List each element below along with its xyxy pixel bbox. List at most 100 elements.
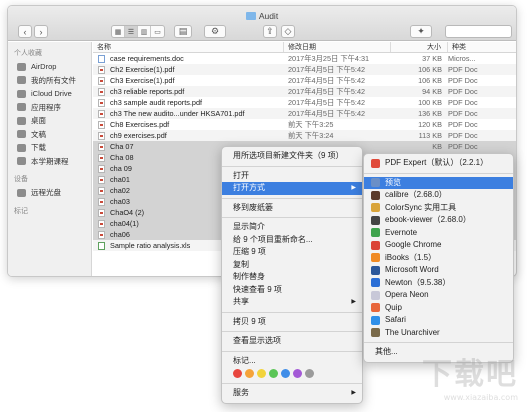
menu-item[interactable]: 给 9 个项目重新命名... xyxy=(222,234,362,247)
view-mode-control[interactable]: ▦ ☰ ▥ ▭ xyxy=(111,25,165,38)
menu-separator xyxy=(364,172,513,174)
menu-item[interactable]: 制作替身 xyxy=(222,271,362,284)
open-with-label: ebook-viewer（2.68.0） xyxy=(385,215,471,224)
tag-button[interactable]: ◇ xyxy=(281,25,295,38)
open-with-item[interactable]: ebook-viewer（2.68.0） xyxy=(364,214,513,227)
file-date: 2017年4月5日 下午5:42 xyxy=(288,87,366,96)
menu-item[interactable]: 用所选项目新建文件夹（9 项） xyxy=(222,150,362,163)
menu-item[interactable]: 打开方式 ▶ xyxy=(222,182,362,195)
open-with-item[interactable]: Opera Neon xyxy=(364,289,513,302)
open-with-item[interactable]: Safari xyxy=(364,314,513,327)
file-name: Ch3 Exercise(1).pdf xyxy=(110,76,175,85)
open-with-item[interactable]: Quip xyxy=(364,302,513,315)
file-size: 106 KB xyxy=(418,65,442,74)
action-button[interactable]: ⚙ xyxy=(204,25,226,38)
open-with-item[interactable]: iBooks（1.5） xyxy=(364,252,513,265)
column-kind[interactable]: 种类 xyxy=(448,42,516,52)
open-with-item[interactable]: ColorSync 实用工具 xyxy=(364,202,513,215)
arrange-button[interactable]: ▤ xyxy=(174,25,192,38)
sidebar-item-label: 远程光盘 xyxy=(31,188,61,198)
sidebar-devices: 远程光盘 xyxy=(8,186,91,200)
search-field[interactable] xyxy=(445,25,512,38)
sidebar-item[interactable]: 桌面 xyxy=(8,114,91,128)
gallery-view-icon[interactable]: ▭ xyxy=(151,26,164,37)
menu-item[interactable]: 打开 xyxy=(222,170,362,183)
menu-item[interactable]: 服务 ▶ xyxy=(222,387,362,400)
tag-color-dot[interactable] xyxy=(245,369,254,378)
open-with-item[interactable]: PDF Expert（默认）（2.2.1） xyxy=(364,157,513,170)
column-date[interactable]: 修改日期 xyxy=(284,42,391,52)
pdf-file-icon xyxy=(98,120,105,129)
menu-item[interactable]: 复制 xyxy=(222,259,362,272)
table-row[interactable]: ch3 sample audit reports.pdf 2017年4月5日 下午… xyxy=(93,97,516,108)
table-row[interactable]: Ch2 Exercise(1).pdf 2017年4月5日 下午5:42 106 K… xyxy=(93,64,516,75)
file-name: ch9 exercises.pdf xyxy=(110,131,167,140)
submenu-arrow-icon: ▶ xyxy=(351,185,356,191)
sidebar-item[interactable]: 应用程序 xyxy=(8,101,91,115)
sidebar-item[interactable]: 本学期课程 xyxy=(8,155,91,169)
menu-item[interactable]: 快速查看 9 项 xyxy=(222,284,362,297)
menu-item-label: 打开方式 xyxy=(233,183,265,192)
forward-button[interactable]: › xyxy=(34,25,48,38)
sidebar-item[interactable]: 下载 xyxy=(8,141,91,155)
column-name[interactable]: 名称 xyxy=(93,42,284,52)
menu-item[interactable]: 显示简介 xyxy=(222,221,362,234)
window-title: Audit xyxy=(8,11,516,21)
menu-separator xyxy=(222,331,362,332)
menu-item[interactable]: 移到废纸篓 xyxy=(222,202,362,215)
open-with-item[interactable]: Evernote xyxy=(364,227,513,240)
file-date: 前天 下午3:24 xyxy=(288,131,334,140)
open-with-item[interactable]: Google Chrome xyxy=(364,239,513,252)
menu-item-label: 标记... xyxy=(233,355,256,365)
tag-color-dot[interactable] xyxy=(233,369,242,378)
column-size[interactable]: 大小 xyxy=(391,42,448,52)
menu-item[interactable]: 标记... xyxy=(222,355,362,368)
tag-color-dot[interactable] xyxy=(269,369,278,378)
calibre-icon xyxy=(371,190,380,200)
table-row[interactable]: Ch8 Exercises.pdf 前天 下午3:25 120 KB PDF Doc xyxy=(93,119,516,130)
open-with-item[interactable]: 预览 xyxy=(364,176,513,189)
open-with-item[interactable]: Newton（9.5.38） xyxy=(364,277,513,290)
table-row[interactable]: ch3 The new auditο...under HKSA701.pdf 20… xyxy=(93,108,516,119)
icon-view-icon[interactable]: ▦ xyxy=(112,26,125,37)
file-name-cell: ch9 exercises.pdf xyxy=(93,130,284,141)
sidebar-item[interactable]: AirDrop xyxy=(8,60,91,74)
file-name: case requirements.doc xyxy=(110,54,184,63)
chrome-icon xyxy=(371,240,380,250)
open-with-item[interactable]: The Unarchiver xyxy=(364,327,513,340)
open-with-submenu: PDF Expert（默认）（2.2.1） 预览 calibre（2.68.0） Co… xyxy=(363,153,514,363)
all-files-icon xyxy=(17,76,26,85)
dropbox-button[interactable]: ✦ xyxy=(410,25,432,38)
sidebar-item[interactable]: 远程光盘 xyxy=(8,186,91,200)
menu-item[interactable]: 压缩 9 项 xyxy=(222,246,362,259)
menu-item-label: 服务 xyxy=(233,388,249,397)
sidebar-item[interactable]: iCloud Drive xyxy=(8,87,91,101)
table-row[interactable]: case requirements.doc 2017年3月25日 下午4:31 37… xyxy=(93,53,516,64)
sidebar-item[interactable]: 我的所有文件 xyxy=(8,74,91,88)
menu-item[interactable]: 查看显示选项 xyxy=(222,335,362,348)
table-row[interactable]: ch9 exercises.pdf 前天 下午3:24 113 KB PDF Doc xyxy=(93,130,516,141)
menu-item-label: 制作替身 xyxy=(233,272,265,281)
menu-item[interactable]: 共享 ▶ xyxy=(222,296,362,309)
tag-color-dot[interactable] xyxy=(305,369,314,378)
sidebar-favorites-header: 个人收藏 xyxy=(14,50,42,57)
gear-icon: ⚙ xyxy=(210,26,220,36)
tag-color-dot[interactable] xyxy=(257,369,266,378)
open-with-label: Quip xyxy=(385,302,402,312)
open-with-label: Google Chrome xyxy=(385,240,442,249)
share-button[interactable]: ⇪ xyxy=(263,25,277,38)
back-button[interactable]: ‹ xyxy=(18,25,32,38)
open-with-item[interactable]: Microsoft Word xyxy=(364,264,513,277)
pdf-file-icon xyxy=(98,87,105,96)
list-view-icon[interactable]: ☰ xyxy=(125,26,138,37)
open-with-item[interactable]: calibre（2.68.0） xyxy=(364,189,513,202)
tag-color-dot[interactable] xyxy=(293,369,302,378)
sidebar-item[interactable]: 文稿 xyxy=(8,128,91,142)
menu-item[interactable]: 拷贝 9 项 xyxy=(222,316,362,329)
menu-item-label: 给 9 个项目重新命名... xyxy=(233,234,313,244)
tag-color-dot[interactable] xyxy=(281,369,290,378)
table-row[interactable]: Ch3 Exercise(1).pdf 2017年4月5日 下午5:42 106 K… xyxy=(93,75,516,86)
column-view-icon[interactable]: ▥ xyxy=(138,26,151,37)
dropbox-icon: ✦ xyxy=(417,26,425,36)
table-row[interactable]: ch3 reliable reports.pdf 2017年4月5日 下午5:42… xyxy=(93,86,516,97)
